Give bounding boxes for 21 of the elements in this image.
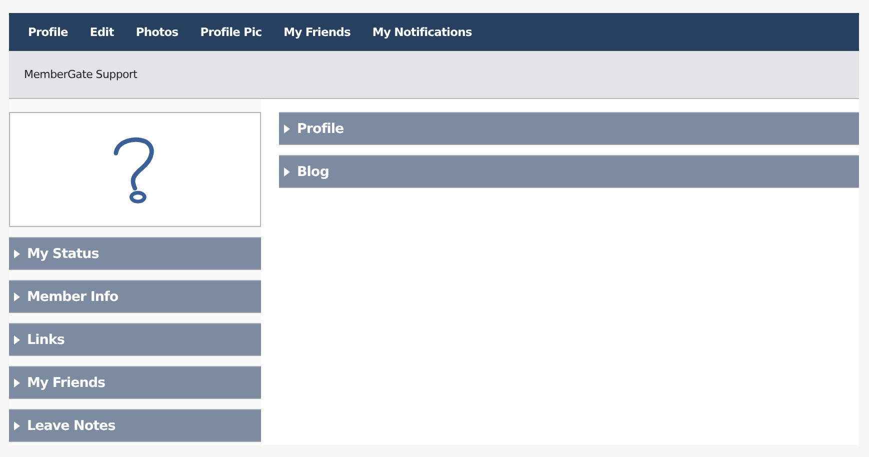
accordion-header[interactable]: Profile	[279, 112, 859, 145]
accordion-header[interactable]: My Status	[9, 237, 261, 270]
page-title: MemberGate Support	[24, 68, 138, 81]
caret-icon	[284, 166, 290, 176]
caret-icon	[14, 378, 20, 388]
caret-icon	[14, 334, 20, 344]
accordion-header[interactable]: Blog	[279, 155, 859, 188]
nav-link[interactable]: Profile Pic	[200, 25, 262, 39]
accordion-header[interactable]: My Friends	[9, 366, 261, 399]
caret-icon	[284, 124, 290, 134]
nav-link[interactable]: Profile	[28, 25, 68, 39]
accordion-header[interactable]: Member Info	[9, 280, 261, 313]
caret-icon	[14, 420, 20, 430]
nav-link[interactable]: My Notifications	[372, 25, 472, 39]
accordion-header[interactable]: Leave Notes	[9, 409, 261, 442]
caret-icon	[14, 292, 20, 302]
caret-icon	[14, 248, 20, 258]
accordion-header[interactable]: Links	[9, 323, 261, 356]
nav-link[interactable]: Photos	[136, 25, 178, 39]
nav-link[interactable]: Edit	[90, 25, 114, 39]
nav-link[interactable]: My Friends	[284, 25, 350, 39]
